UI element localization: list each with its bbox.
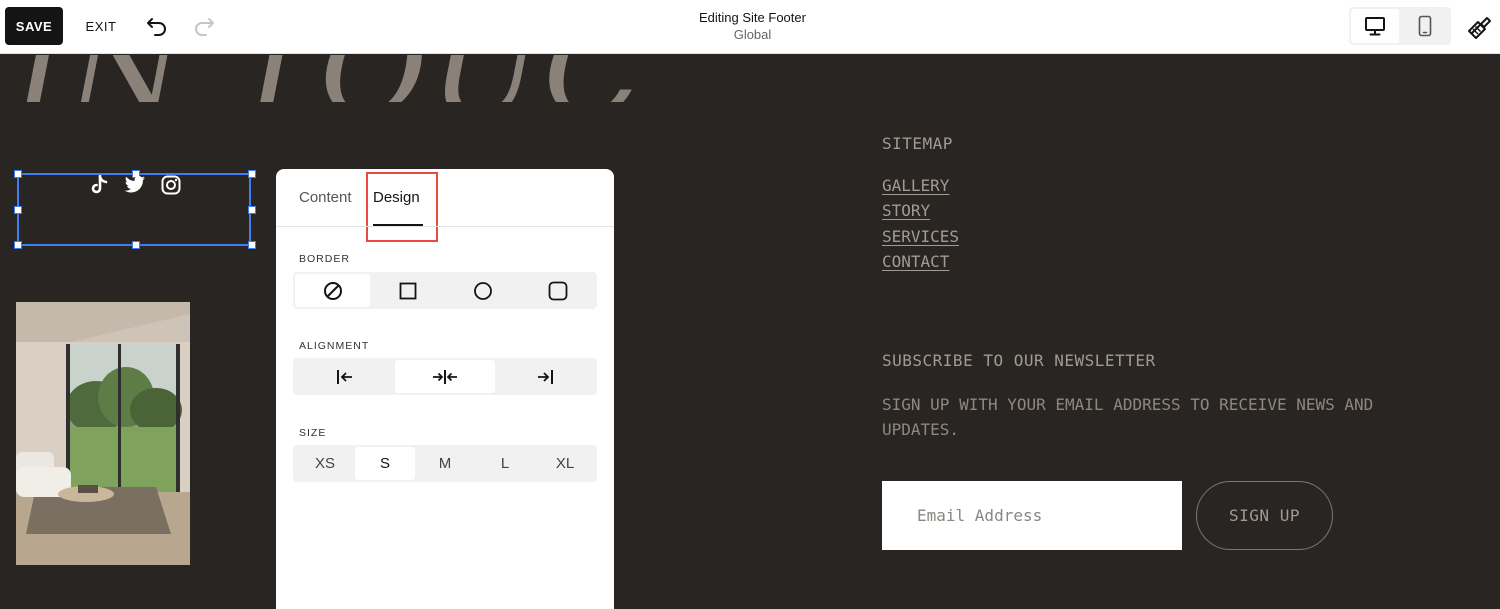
size-m-option[interactable]: M	[415, 447, 475, 480]
footer-link-story[interactable]: STORY	[882, 201, 930, 220]
living-room-image	[16, 302, 190, 565]
square-icon	[399, 282, 416, 299]
social-links-block[interactable]	[14, 170, 256, 249]
resize-handle[interactable]	[14, 241, 22, 249]
block-editor-panel: Content Design BORDER ALIGNMENT SIZE XS	[276, 169, 614, 609]
none-icon	[323, 281, 342, 300]
email-field[interactable]	[882, 481, 1182, 550]
alignment-label: ALIGNMENT	[299, 340, 370, 352]
newsletter-heading: SUBSCRIBE TO OUR NEWSLETTER	[882, 351, 1156, 370]
align-left-icon	[337, 369, 352, 384]
sign-up-button[interactable]: SIGN UP	[1196, 481, 1333, 550]
size-xs-option[interactable]: XS	[295, 447, 355, 480]
footer-heading-text: IN TOUCH	[14, 55, 634, 102]
twitter-icon[interactable]	[124, 175, 146, 199]
panel-divider	[276, 226, 614, 227]
resize-handle[interactable]	[248, 206, 256, 214]
align-right-icon	[538, 369, 553, 384]
size-selector: XS S M L XL	[293, 445, 597, 482]
mobile-icon[interactable]	[1401, 9, 1449, 43]
resize-handle[interactable]	[248, 241, 256, 249]
editor-title-main: Editing Site Footer	[699, 10, 806, 25]
footer-link-gallery[interactable]: GALLERY	[882, 176, 949, 195]
align-left-option[interactable]	[295, 360, 395, 393]
undo-icon[interactable]	[143, 12, 171, 40]
border-selector	[293, 272, 597, 309]
desktop-icon[interactable]	[1351, 9, 1399, 43]
paintbrush-icon[interactable]	[1464, 11, 1496, 43]
footer-heading: IN TOUCH	[14, 55, 634, 102]
resize-handle[interactable]	[14, 206, 22, 214]
social-icons	[91, 174, 181, 200]
device-toggle	[1349, 7, 1451, 45]
size-label: SIZE	[299, 427, 327, 439]
resize-handle[interactable]	[14, 170, 22, 178]
border-label: BORDER	[299, 253, 350, 265]
tiktok-icon[interactable]	[91, 174, 109, 200]
sitemap-heading: SITEMAP	[882, 134, 953, 153]
border-circle-option[interactable]	[445, 274, 520, 307]
footer-link-contact[interactable]: CONTACT	[882, 252, 949, 271]
alignment-selector	[293, 358, 597, 395]
redo-icon[interactable]	[190, 12, 218, 40]
align-center-icon	[433, 369, 457, 384]
tab-highlight-box	[366, 172, 438, 242]
editor-title-sub: Global	[733, 27, 772, 42]
footer-link-services[interactable]: SERVICES	[882, 227, 959, 246]
border-none-option[interactable]	[295, 274, 370, 307]
instagram-icon[interactable]	[161, 175, 181, 200]
border-rounded-option[interactable]	[520, 274, 595, 307]
newsletter-description: SIGN UP WITH YOUR EMAIL ADDRESS TO RECEI…	[882, 395, 1374, 439]
size-s-option[interactable]: S	[355, 447, 415, 480]
exit-button[interactable]: EXIT	[76, 7, 126, 45]
align-right-option[interactable]	[495, 360, 595, 393]
tab-content[interactable]: Content	[299, 189, 352, 206]
editor-toolbar: SAVE EXIT Editing Site Footer Global	[0, 0, 1500, 54]
circle-icon	[473, 281, 492, 300]
size-l-option[interactable]: L	[475, 447, 535, 480]
align-center-option[interactable]	[395, 360, 495, 393]
resize-handle[interactable]	[248, 170, 256, 178]
size-xl-option[interactable]: XL	[535, 447, 595, 480]
save-button[interactable]: SAVE	[5, 7, 63, 45]
resize-handle[interactable]	[132, 241, 140, 249]
rounded-square-icon	[548, 281, 567, 300]
border-square-option[interactable]	[370, 274, 445, 307]
editor-title: Editing Site Footer Global	[620, 9, 885, 43]
